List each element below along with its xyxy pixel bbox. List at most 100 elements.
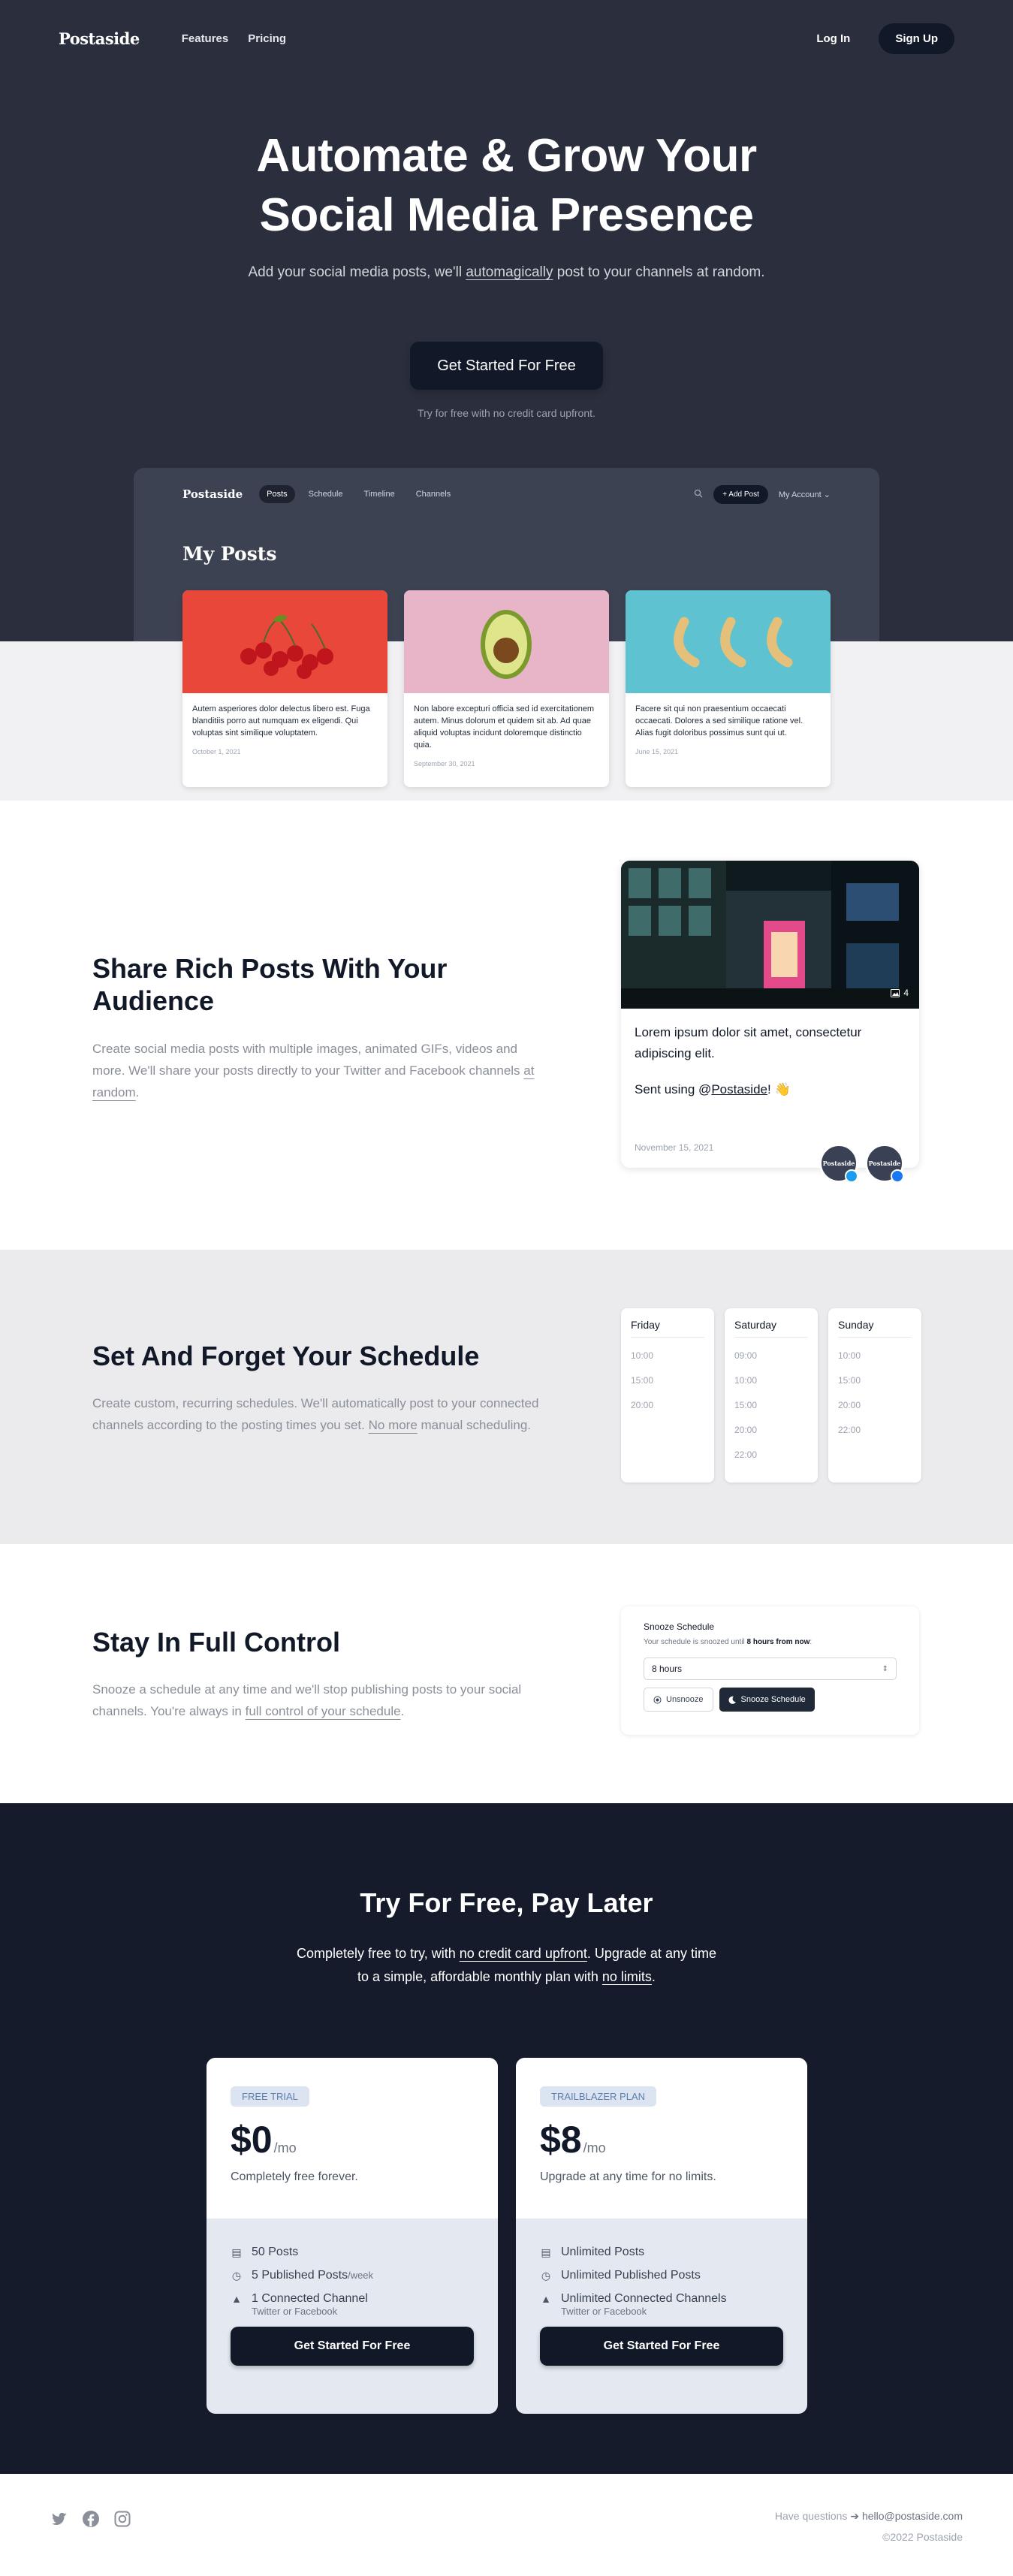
feature-text-end: . (400, 1704, 405, 1718)
search-icon[interactable] (694, 488, 703, 500)
pricing-subtitle: Completely free to try, with no credit c… (0, 1942, 1013, 1989)
time-slot[interactable]: 20:00 (838, 1393, 912, 1418)
time-slot[interactable]: 10:00 (838, 1344, 912, 1368)
twitter-icon[interactable] (50, 2510, 68, 2528)
my-account-menu[interactable]: My Account ⌄ (779, 490, 831, 499)
time-slot[interactable]: 09:00 (734, 1344, 808, 1368)
hero-title: Automate & Grow Your Social Media Presen… (0, 126, 1013, 245)
image-icon (891, 988, 900, 997)
snooze-actions: Unsnooze Snooze Schedule (644, 1688, 897, 1712)
pricing-sub-text: . Upgrade at any time (586, 1946, 716, 1961)
plan-feature: ▲ Unlimited Connected Channels Twitter or … (540, 2292, 783, 2317)
footer: Have questions ➔ hello@postaside.com ©20… (0, 2474, 1013, 2576)
arrow-right-icon: ➔ (850, 2510, 860, 2522)
instagram-icon[interactable] (113, 2510, 131, 2528)
plan-price-period: /mo (583, 2140, 606, 2155)
stack-icon: ▤ (541, 2246, 551, 2258)
app-tab-channels[interactable]: Channels (409, 485, 458, 503)
plan-card-trailblazer: TRAILBLAZER PLAN $8/mo Upgrade at any ti… (516, 2058, 807, 2414)
app-preview: Postaside Posts Schedule Timeline Channe… (134, 468, 879, 801)
postaside-link[interactable]: Postaside (711, 1082, 767, 1096)
day-name: Saturday (734, 1319, 808, 1338)
sample-post-signature: Sent using @Postaside! 👋 (635, 1079, 906, 1100)
nav-actions: Log In Sign Up (804, 23, 954, 54)
time-slot[interactable]: 10:00 (734, 1368, 808, 1393)
time-slot[interactable]: 20:00 (631, 1393, 704, 1418)
plan-feature-label: 50 Posts (252, 2246, 299, 2258)
pricing-sub-underlined: no limits (601, 1969, 652, 1984)
pricing-plans: FREE TRIAL $0/mo Completely free forever… (207, 2058, 807, 2414)
time-slot[interactable]: 15:00 (838, 1368, 912, 1393)
twitter-channel-avatar: Postaside (819, 1144, 858, 1183)
feature-control: Stay In Full Control Snooze a schedule a… (0, 1544, 1013, 1803)
day-name: Sunday (838, 1319, 912, 1338)
post-card-text: Non labore excepturi officia sed id exer… (414, 704, 595, 750)
plan-badge: TRAILBLAZER PLAN (540, 2086, 656, 2107)
contact-line: Have questions ➔ hello@postaside.com (775, 2505, 963, 2526)
facebook-channel-avatar: Postaside (865, 1144, 904, 1183)
snooze-duration-select[interactable]: 8 hours ⇕ (644, 1658, 897, 1680)
avatar-label: Postaside (822, 1160, 855, 1167)
plan-price: $0/mo (231, 2118, 474, 2161)
time-slot[interactable]: 10:00 (631, 1344, 704, 1368)
feature-text: Snooze a schedule at any time and we'll … (92, 1679, 543, 1722)
twitter-badge-icon (845, 1169, 858, 1183)
plan-get-started-button[interactable]: Get Started For Free (540, 2327, 783, 2366)
sample-post-date: November 15, 2021 (635, 1142, 714, 1153)
login-link[interactable]: Log In (804, 25, 862, 53)
plan-get-started-button[interactable]: Get Started For Free (231, 2327, 474, 2366)
day-name: Friday (631, 1319, 704, 1338)
post-card[interactable]: Autem asperiores dolor delectus libero e… (182, 590, 387, 787)
app-logo: Postaside (182, 487, 243, 501)
time-slot[interactable]: 15:00 (734, 1393, 808, 1418)
nav-link-features[interactable]: Features (182, 32, 229, 45)
image-count: 4 (903, 988, 909, 998)
signup-button[interactable]: Sign Up (879, 23, 954, 54)
app-tab-schedule[interactable]: Schedule (301, 485, 351, 503)
chevron-down-icon: ⌄ (823, 490, 831, 499)
nav-link-pricing[interactable]: Pricing (248, 32, 286, 45)
signature-end: ! 👋 (767, 1082, 791, 1096)
footer-contact: Have questions ➔ hello@postaside.com ©20… (775, 2505, 963, 2547)
app-tab-posts[interactable]: Posts (259, 485, 295, 503)
feature-title: Stay In Full Control (92, 1627, 340, 1658)
time-slot[interactable]: 15:00 (631, 1368, 704, 1393)
time-slot[interactable]: 20:00 (734, 1418, 808, 1443)
facebook-icon[interactable] (82, 2510, 100, 2528)
unsnooze-button[interactable]: Unsnooze (644, 1688, 713, 1712)
time-slot[interactable]: 22:00 (734, 1443, 808, 1467)
sample-post-body: Lorem ipsum dolor sit amet, consectetur … (635, 1025, 862, 1060)
plan-feature: ▤ 50 Posts (231, 2246, 474, 2259)
nav-links: Features Pricing (182, 32, 286, 45)
pricing-section: Try For Free, Pay Later Completely free … (0, 1803, 1013, 2474)
snooze-schedule-button[interactable]: Snooze Schedule (719, 1688, 815, 1712)
snooze-subtitle: Your schedule is snoozed until 8 hours f… (644, 1638, 897, 1646)
post-card-date: September 30, 2021 (414, 760, 475, 768)
snooze-sub-bold: 8 hours from now (746, 1638, 810, 1646)
hero-subtitle: Add your social media posts, we'll autom… (0, 264, 1013, 281)
hero-title-line-2: Social Media Presence (259, 189, 754, 241)
add-post-button[interactable]: + Add Post (713, 484, 768, 504)
feature-text-end: manual scheduling. (417, 1418, 532, 1432)
unsnooze-label: Unsnooze (666, 1695, 704, 1704)
plan-feature-label: Unlimited Connected Channels (561, 2292, 727, 2305)
app-tabs: Posts Schedule Timeline Channels (259, 485, 458, 503)
post-card-date: October 1, 2021 (192, 748, 241, 756)
get-started-button[interactable]: Get Started For Free (410, 342, 603, 390)
pricing-sub-text: to a simple, affordable monthly plan wit… (357, 1969, 602, 1984)
time-slot[interactable]: 22:00 (838, 1418, 912, 1443)
pricing-title: Try For Free, Pay Later (360, 1887, 653, 1918)
bananas-image (626, 590, 831, 693)
post-card[interactable]: Facere sit qui non praesentium occaecati… (626, 590, 831, 787)
sample-post-card: 4 Lorem ipsum dolor sit amet, consectetu… (621, 861, 919, 1168)
plan-description: Upgrade at any time for no limits. (540, 2170, 716, 2183)
hero-sub-underlined: automagically (466, 264, 553, 280)
logo[interactable]: Postaside (59, 29, 140, 48)
plan-feature-label: Unlimited Published Posts (561, 2269, 701, 2282)
app-tab-timeline[interactable]: Timeline (357, 485, 402, 503)
post-card[interactable]: Non labore excepturi officia sed id exer… (404, 590, 609, 787)
post-card-date: June 15, 2021 (635, 748, 679, 756)
plan-badge: FREE TRIAL (231, 2086, 309, 2107)
day-column-friday: Friday 10:00 15:00 20:00 (621, 1308, 714, 1483)
contact-email-link[interactable]: hello@postaside.com (862, 2510, 963, 2522)
